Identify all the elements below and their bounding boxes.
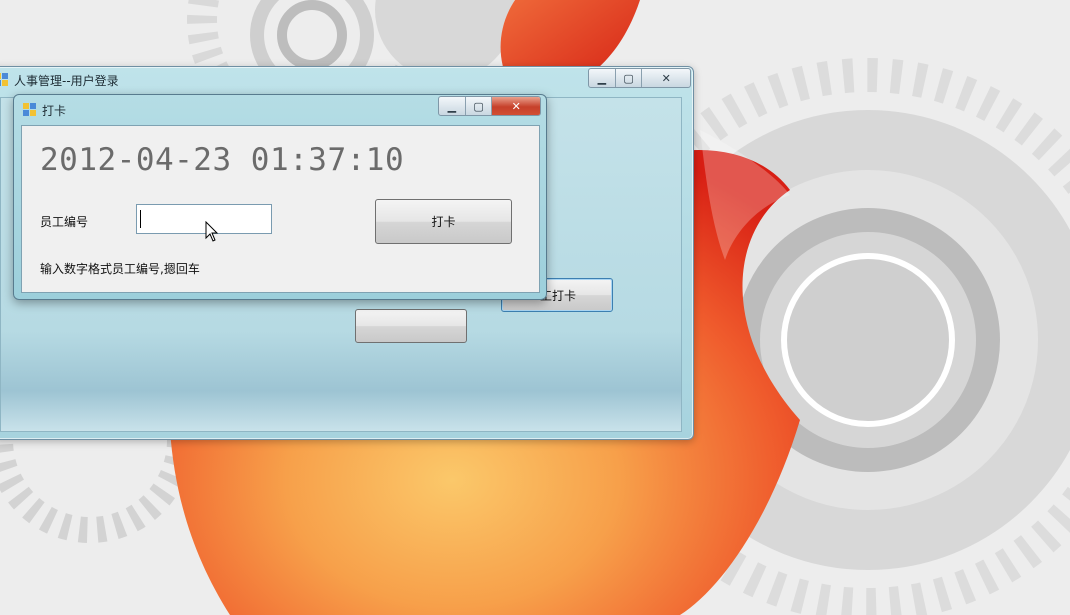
close-icon[interactable]: ✕ <box>642 69 690 87</box>
parent-window-title: 人事管理--用户登录 <box>14 74 119 88</box>
hidden-button[interactable] <box>355 309 467 343</box>
punch-button[interactable]: 打卡 <box>375 199 512 244</box>
maximize-icon[interactable]: ▢ <box>616 69 643 87</box>
punch-dialog-caption-buttons: ▁ ▢ ✕ <box>438 96 541 116</box>
punch-dialog-client: 2012-04-23 01:37:10 员工编号 打卡 输入数字格式员工编号,摁… <box>21 125 540 293</box>
employee-id-label: 员工编号 <box>40 215 89 229</box>
mouse-cursor-icon <box>205 221 219 242</box>
maximize-icon[interactable]: ▢ <box>466 97 493 115</box>
punch-dialog: 打卡 ▁ ▢ ✕ 2012-04-23 01:37:10 员工编号 打卡 输入数… <box>13 94 547 300</box>
hint-text: 输入数字格式员工编号,摁回车 <box>40 262 200 276</box>
text-caret <box>140 210 141 228</box>
app-icon <box>0 73 9 87</box>
datetime-display: 2012-04-23 01:37:10 <box>40 142 405 178</box>
employee-id-input[interactable] <box>136 204 272 234</box>
close-icon[interactable]: ✕ <box>492 97 540 115</box>
punch-dialog-titlebar[interactable]: 打卡 ▁ ▢ ✕ <box>14 95 546 121</box>
minimize-icon[interactable]: ▁ <box>589 69 616 87</box>
parent-titlebar[interactable]: 人事管理--用户登录 ▁ ▢ ✕ <box>0 67 693 93</box>
punch-dialog-title: 打卡 <box>42 104 67 118</box>
minimize-icon[interactable]: ▁ <box>439 97 466 115</box>
parent-caption-buttons: ▁ ▢ ✕ <box>588 68 691 88</box>
app-icon <box>23 103 37 117</box>
